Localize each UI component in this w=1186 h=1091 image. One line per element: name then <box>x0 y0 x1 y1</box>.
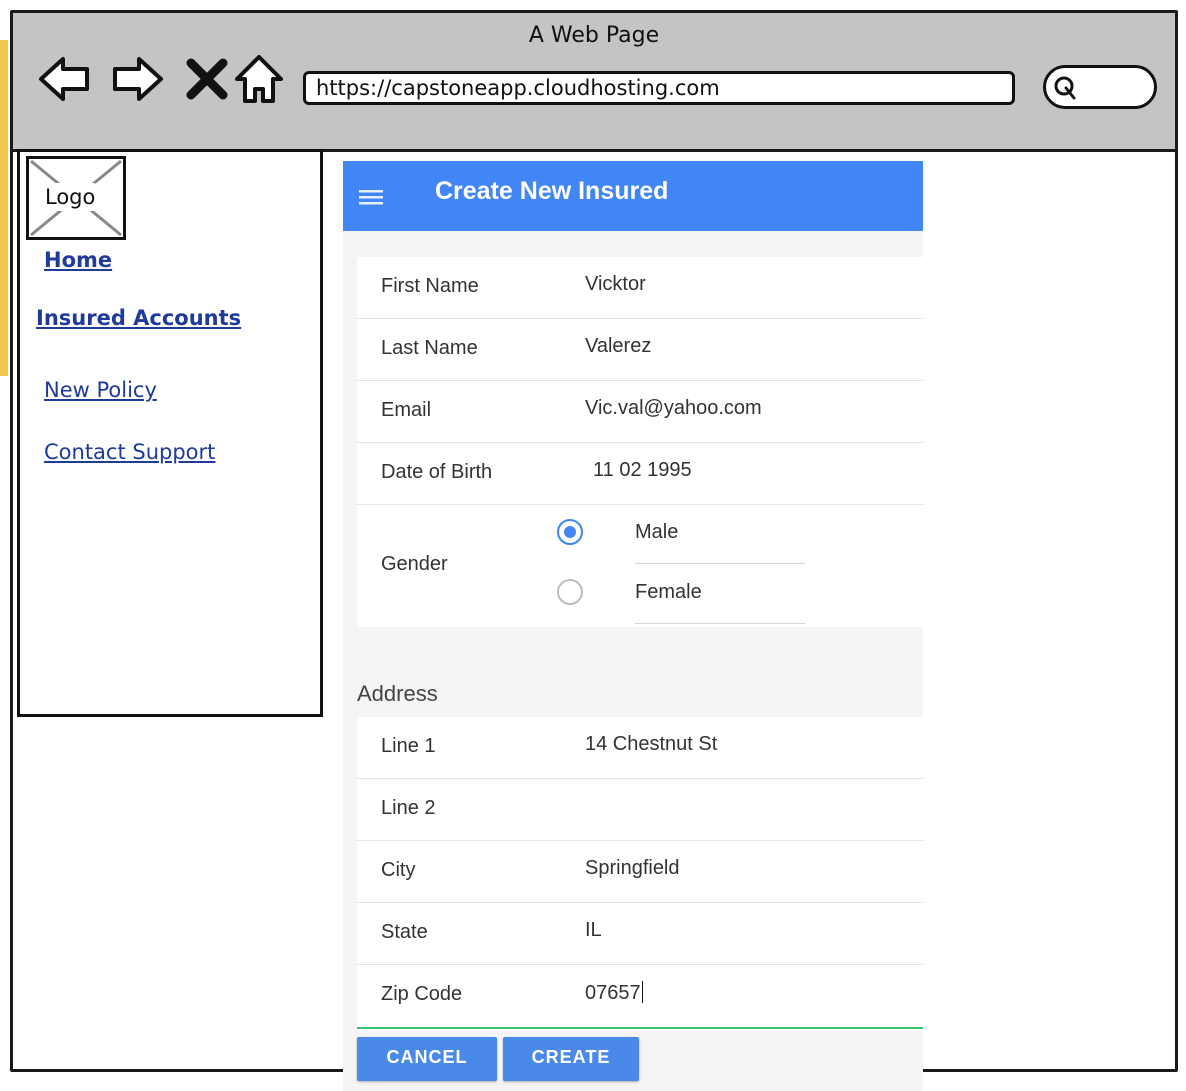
create-button[interactable]: CREATE <box>503 1037 639 1081</box>
gender-label: Gender <box>381 553 448 575</box>
gender-male-underline <box>635 563 805 564</box>
address-card: Line 1 14 Chestnut St Line 2 City Spring… <box>357 717 923 1031</box>
stop-x-icon[interactable] <box>179 51 235 107</box>
first-name-label: First Name <box>381 275 479 297</box>
email-field[interactable]: Vic.val@yahoo.com <box>585 397 762 420</box>
zip-code-row[interactable]: Zip Code 07657 <box>357 965 923 1029</box>
form-header: Create New Insured <box>343 161 923 231</box>
state-field[interactable]: IL <box>585 919 602 942</box>
address-heading: Address <box>357 681 438 706</box>
back-arrow-icon[interactable] <box>37 51 93 107</box>
gender-female-radio[interactable] <box>557 579 583 605</box>
city-row[interactable]: City Springfield <box>357 841 923 903</box>
sidebar-link-insured-accounts[interactable]: Insured Accounts <box>36 306 241 330</box>
gender-row: Gender Male Female <box>357 505 923 627</box>
address-line2-row[interactable]: Line 2 <box>357 779 923 841</box>
state-row[interactable]: State IL <box>357 903 923 965</box>
forward-arrow-icon[interactable] <box>109 51 165 107</box>
zip-code-value: 07657 <box>585 982 641 1004</box>
date-of-birth-field[interactable]: 11 02 1995 <box>593 459 692 482</box>
cancel-button[interactable]: CANCEL <box>357 1037 497 1081</box>
first-name-row[interactable]: First Name Vicktor <box>357 257 923 319</box>
date-of-birth-label: Date of Birth <box>381 461 493 483</box>
browser-window: A Web Page https://capstoneapp.cloudhost… <box>10 10 1178 1091</box>
last-name-row[interactable]: Last Name Valerez <box>357 319 923 381</box>
gender-male-radio[interactable] <box>557 519 583 545</box>
city-field[interactable]: Springfield <box>585 857 680 880</box>
city-label: City <box>381 859 416 881</box>
last-name-field[interactable]: Valerez <box>585 335 651 358</box>
email-label: Email <box>381 399 432 421</box>
create-insured-form: Create New Insured First Name Vicktor La… <box>343 161 923 1091</box>
personal-info-card: First Name Vicktor Last Name Valerez Ema… <box>357 257 923 627</box>
hamburger-menu-icon[interactable] <box>357 185 387 209</box>
last-name-label: Last Name <box>381 337 478 359</box>
gender-female-underline <box>635 623 805 624</box>
zip-code-field[interactable]: 07657 <box>585 981 643 1005</box>
gender-male-label: Male <box>635 521 679 543</box>
address-line1-label: Line 1 <box>381 735 436 757</box>
browser-search-box[interactable] <box>1043 65 1157 109</box>
gender-female-label: Female <box>635 581 702 603</box>
browser-toolbar: A Web Page https://capstoneapp.cloudhost… <box>13 13 1175 152</box>
home-icon[interactable] <box>231 51 287 107</box>
first-name-field[interactable]: Vicktor <box>585 273 646 296</box>
state-label: State <box>381 921 428 943</box>
zip-code-label: Zip Code <box>381 983 463 1005</box>
address-line1-field[interactable]: 14 Chestnut St <box>585 733 717 756</box>
form-title: Create New Insured <box>435 177 669 205</box>
sidebar: Logo Home Insured Accounts New Policy Co… <box>17 149 323 717</box>
sidebar-link-contact-support[interactable]: Contact Support <box>44 440 215 464</box>
logo: Logo <box>26 156 126 240</box>
address-line1-row[interactable]: Line 1 14 Chestnut St <box>357 717 923 779</box>
yellow-edge-strip <box>0 40 8 376</box>
email-row[interactable]: Email Vic.val@yahoo.com <box>357 381 923 443</box>
browser-page-title: A Web Page <box>528 23 660 48</box>
sidebar-link-new-policy[interactable]: New Policy <box>44 378 157 402</box>
logo-label: Logo <box>41 183 100 211</box>
text-cursor <box>641 981 643 1003</box>
search-icon <box>1054 76 1076 100</box>
url-bar[interactable]: https://capstoneapp.cloudhosting.com <box>303 71 1015 105</box>
date-of-birth-row[interactable]: Date of Birth 11 02 1995 <box>357 443 923 505</box>
sidebar-link-home[interactable]: Home <box>44 248 112 272</box>
address-line2-label: Line 2 <box>381 797 436 819</box>
